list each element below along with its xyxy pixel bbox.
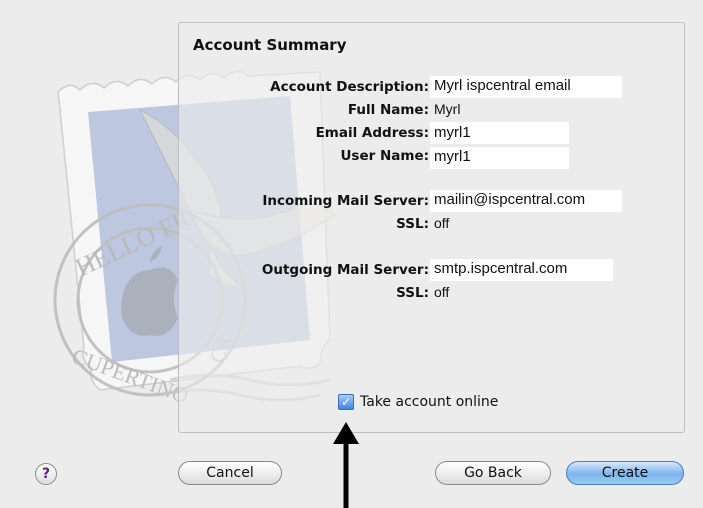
value-incoming-server: mailin@ispcentral.com	[434, 191, 586, 208]
value-outgoing-server: smtp.ispcentral.com	[434, 260, 568, 277]
value-email-address: myrl1	[434, 124, 471, 141]
cancel-button[interactable]: Cancel	[178, 461, 282, 485]
value-incoming-ssl: off	[434, 215, 450, 231]
label-email-address: Email Address:	[315, 125, 429, 141]
value-outgoing-ssl: off	[434, 284, 450, 300]
label-incoming-ssl: SSL:	[396, 216, 429, 232]
label-user-name: User Name:	[340, 148, 429, 164]
label-outgoing-ssl: SSL:	[396, 285, 429, 301]
take-online-label[interactable]: Take account online	[360, 394, 498, 410]
label-full-name: Full Name:	[347, 102, 429, 118]
panel-title: Account Summary	[193, 36, 347, 54]
value-user-name: myrl1	[434, 148, 471, 165]
label-account-description: Account Description:	[270, 79, 429, 95]
take-online-row[interactable]: ✓ Take account online	[338, 394, 498, 410]
go-back-button[interactable]: Go Back	[435, 461, 551, 485]
label-outgoing-server: Outgoing Mail Server:	[261, 262, 429, 278]
label-incoming-server: Incoming Mail Server:	[262, 193, 429, 209]
help-button[interactable]: ?	[35, 463, 57, 485]
value-full-name: Myrl	[434, 101, 461, 117]
value-account-description: Myrl ispcentral email	[434, 77, 571, 94]
take-online-checkbox[interactable]: ✓	[338, 394, 354, 410]
create-button[interactable]: Create	[566, 461, 684, 485]
checkmark-icon: ✓	[340, 395, 352, 409]
